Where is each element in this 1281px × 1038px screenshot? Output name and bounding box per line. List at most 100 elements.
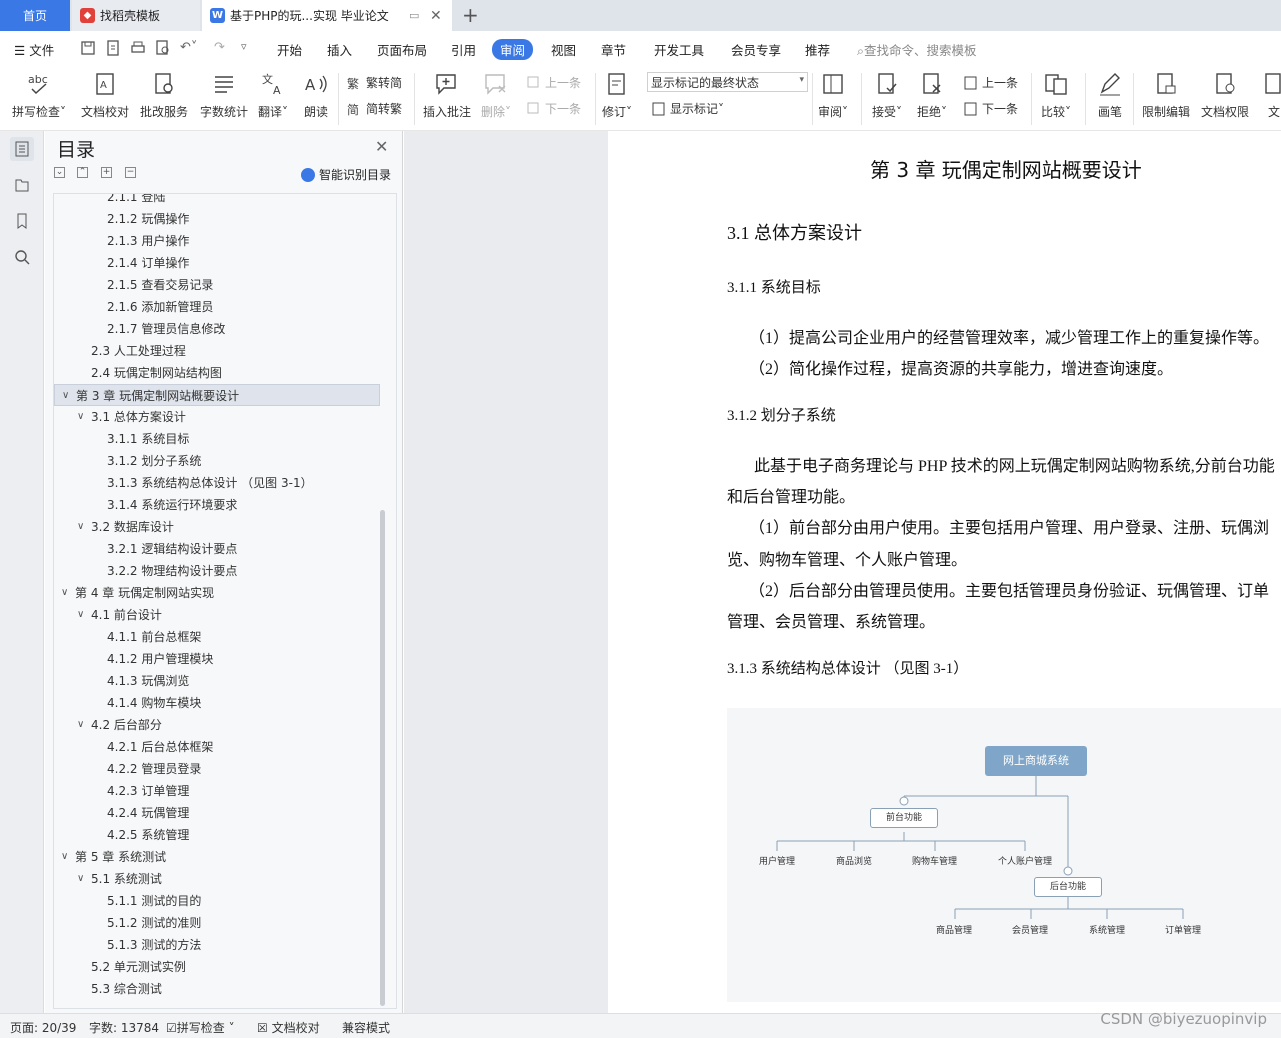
pen-button[interactable]: 画笔 bbox=[1097, 71, 1123, 120]
word-count[interactable]: 字数: 13784 bbox=[89, 1019, 159, 1036]
toc-item[interactable]: ∨ 第 3 章 玩偶定制网站概要设计 bbox=[54, 384, 380, 406]
toc-item[interactable]: 5.1.1 测试的目的 bbox=[54, 890, 380, 912]
toc-item[interactable]: 5.3 综合测试 bbox=[54, 978, 380, 1000]
toc-item[interactable]: 3.1.4 系统运行环境要求 bbox=[54, 494, 380, 516]
read-aloud-button[interactable]: A 朗读 bbox=[303, 71, 329, 120]
toc-item[interactable]: 2.1.6 添加新管理员 bbox=[54, 296, 380, 318]
menu-insert[interactable]: 插入 bbox=[327, 40, 352, 59]
toc-item[interactable]: 5.2 单元测试实例 bbox=[54, 956, 380, 978]
undo-icon[interactable]: ↶˅ bbox=[180, 40, 197, 55]
tab-document[interactable]: W 基于PHP的玩...实现 毕业论文 ▭ ✕ bbox=[202, 0, 452, 31]
prev-comment-button[interactable]: 上一条 bbox=[526, 74, 581, 91]
compare-button[interactable]: 比较˅ bbox=[1041, 71, 1071, 120]
toc-scrollbar[interactable] bbox=[380, 510, 385, 1006]
toc-item[interactable]: 3.1.3 系统结构总体设计 （见图 3-1） bbox=[54, 472, 380, 494]
close-tab-icon[interactable]: ✕ bbox=[430, 8, 442, 24]
status-proofread[interactable]: ☒ 文档校对 bbox=[257, 1019, 320, 1036]
save-icon[interactable] bbox=[80, 40, 96, 56]
print-preview-icon[interactable] bbox=[155, 40, 171, 56]
search-icon[interactable] bbox=[10, 245, 34, 269]
track-changes-button[interactable]: 修订˅ bbox=[602, 71, 632, 120]
toc-item[interactable]: 4.1.2 用户管理模块 bbox=[54, 648, 380, 670]
toc-item[interactable]: ∨ 5.1 系统测试 bbox=[54, 868, 380, 890]
toc-item[interactable]: 2.3 人工处理过程 bbox=[54, 340, 380, 362]
toc-item[interactable]: 4.2.5 系统管理 bbox=[54, 824, 380, 846]
menu-view[interactable]: 视图 bbox=[551, 40, 576, 59]
menu-recommend[interactable]: 推荐 bbox=[805, 40, 830, 59]
spell-check-button[interactable]: abc 拼写检查˅ bbox=[12, 71, 66, 120]
toc-item[interactable]: 2.4 玩偶定制网站结构图 bbox=[54, 362, 380, 384]
tab-templates[interactable]: ◆ 找稻壳模板 bbox=[72, 0, 200, 31]
toc-item[interactable]: ∨ 第 4 章 玩偶定制网站实现 bbox=[54, 582, 380, 604]
toc-item[interactable]: ∨ 3.1 总体方案设计 bbox=[54, 406, 380, 428]
chevron-down-icon[interactable]: ∨ bbox=[77, 406, 84, 428]
toc-item[interactable]: 4.2.2 管理员登录 bbox=[54, 758, 380, 780]
toc-item[interactable]: ∨ 4.2 后台部分 bbox=[54, 714, 380, 736]
menu-start[interactable]: 开始 bbox=[277, 40, 302, 59]
delete-comment-button[interactable]: 删除˅ bbox=[481, 71, 511, 120]
page-indicator[interactable]: 页面: 20/39 bbox=[10, 1019, 76, 1036]
next-comment-button[interactable]: 下一条 bbox=[526, 100, 581, 117]
toc-item[interactable]: 3.1.2 划分子系统 bbox=[54, 450, 380, 472]
toc-item[interactable]: ∨ 4.1 前台设计 bbox=[54, 604, 380, 626]
review-pane-button[interactable]: 审阅˅ bbox=[818, 71, 848, 120]
toc-item[interactable]: ∨ 3.2 数据库设计 bbox=[54, 516, 380, 538]
new-tab-icon[interactable]: + bbox=[462, 3, 479, 27]
toc-item[interactable]: 3.2.2 物理结构设计要点 bbox=[54, 560, 380, 582]
toc-item[interactable]: 4.1.4 购物车模块 bbox=[54, 692, 380, 714]
menu-layout[interactable]: 页面布局 bbox=[377, 40, 427, 59]
tab-home[interactable]: 首页 bbox=[0, 0, 70, 31]
collapse-icon[interactable]: − bbox=[125, 167, 136, 178]
next-change-button[interactable]: 下一条 bbox=[963, 100, 1018, 117]
command-search[interactable]: ⌕查找命令、搜索模板 bbox=[857, 40, 977, 59]
redo-icon[interactable]: ↷ bbox=[214, 40, 225, 55]
toc-item[interactable]: 2.1.3 用户操作 bbox=[54, 230, 380, 252]
expand-icon[interactable]: + bbox=[101, 167, 112, 178]
toc-item[interactable]: 5.1.2 测试的准则 bbox=[54, 912, 380, 934]
customize-icon[interactable]: ▿ bbox=[241, 40, 247, 53]
toc-pane-icon[interactable] bbox=[10, 137, 34, 161]
toc-item[interactable]: 4.1.3 玩偶浏览 bbox=[54, 670, 380, 692]
menu-member[interactable]: 会员专享 bbox=[731, 40, 781, 59]
chapter-nav-icon[interactable] bbox=[10, 173, 34, 197]
chevron-down-icon[interactable]: ∨ bbox=[61, 846, 68, 868]
toc-item[interactable]: 4.2.4 玩偶管理 bbox=[54, 802, 380, 824]
toc-item[interactable]: 4.1.1 前台总框架 bbox=[54, 626, 380, 648]
toc-item[interactable]: 4.2.1 后台总体框架 bbox=[54, 736, 380, 758]
export-pdf-icon[interactable] bbox=[105, 40, 121, 56]
insert-comment-button[interactable]: 插入批注 bbox=[423, 71, 471, 120]
bookmark-icon[interactable] bbox=[10, 209, 34, 233]
prev-change-button[interactable]: 上一条 bbox=[963, 74, 1018, 91]
window-icon[interactable]: ▭ bbox=[409, 9, 419, 22]
proofread-button[interactable]: A 文档校对 bbox=[81, 71, 129, 120]
toc-item[interactable]: 2.1.1 登陆 bbox=[54, 194, 380, 208]
accept-button[interactable]: 接受˅ bbox=[872, 71, 902, 120]
chevron-down-icon[interactable]: ∨ bbox=[77, 714, 84, 736]
toc-item[interactable]: 2.1.2 玩偶操作 bbox=[54, 208, 380, 230]
chevron-down-icon[interactable]: ∨ bbox=[77, 868, 84, 890]
to-simplified-button[interactable]: 简简转繁 bbox=[347, 100, 402, 117]
more-ribbon-button[interactable]: 文 bbox=[1261, 71, 1281, 120]
chevron-down-icon[interactable]: ∨ bbox=[62, 385, 69, 407]
show-markup-button[interactable]: 显示标记 ˅ bbox=[651, 100, 724, 117]
chevron-down-icon[interactable]: ∨ bbox=[77, 516, 84, 538]
toc-item[interactable]: 2.1.5 查看交易记录 bbox=[54, 274, 380, 296]
toc-item[interactable]: 2.1.4 订单操作 bbox=[54, 252, 380, 274]
menu-chapter[interactable]: 章节 bbox=[601, 40, 626, 59]
collapse-all-icon[interactable]: ⌄ bbox=[54, 167, 65, 178]
translate-button[interactable]: 文A 翻译˅ bbox=[258, 71, 288, 120]
markup-select[interactable]: 显示标记的最终状态 ▾ bbox=[647, 72, 808, 92]
status-spell-check[interactable]: ☑拼写检查 ˅ bbox=[166, 1019, 235, 1036]
print-icon[interactable] bbox=[130, 40, 146, 56]
chevron-down-icon[interactable]: ∨ bbox=[77, 604, 84, 626]
toc-item[interactable]: 3.2.1 逻辑结构设计要点 bbox=[54, 538, 380, 560]
menu-reference[interactable]: 引用 bbox=[451, 40, 476, 59]
smart-toc-button[interactable]: 智能识别目录 bbox=[301, 166, 391, 183]
wordcount-button[interactable]: 字数统计 bbox=[200, 71, 248, 120]
permission-button[interactable]: 文档权限 bbox=[1201, 71, 1249, 120]
menu-review[interactable]: 审阅 bbox=[492, 39, 534, 60]
toc-item[interactable]: 2.1.7 管理员信息修改 bbox=[54, 318, 380, 340]
to-traditional-button[interactable]: 繁繁转简 bbox=[347, 74, 402, 91]
expand-up-icon[interactable]: ⌃ bbox=[77, 167, 88, 178]
toc-item[interactable]: 4.2.3 订单管理 bbox=[54, 780, 380, 802]
